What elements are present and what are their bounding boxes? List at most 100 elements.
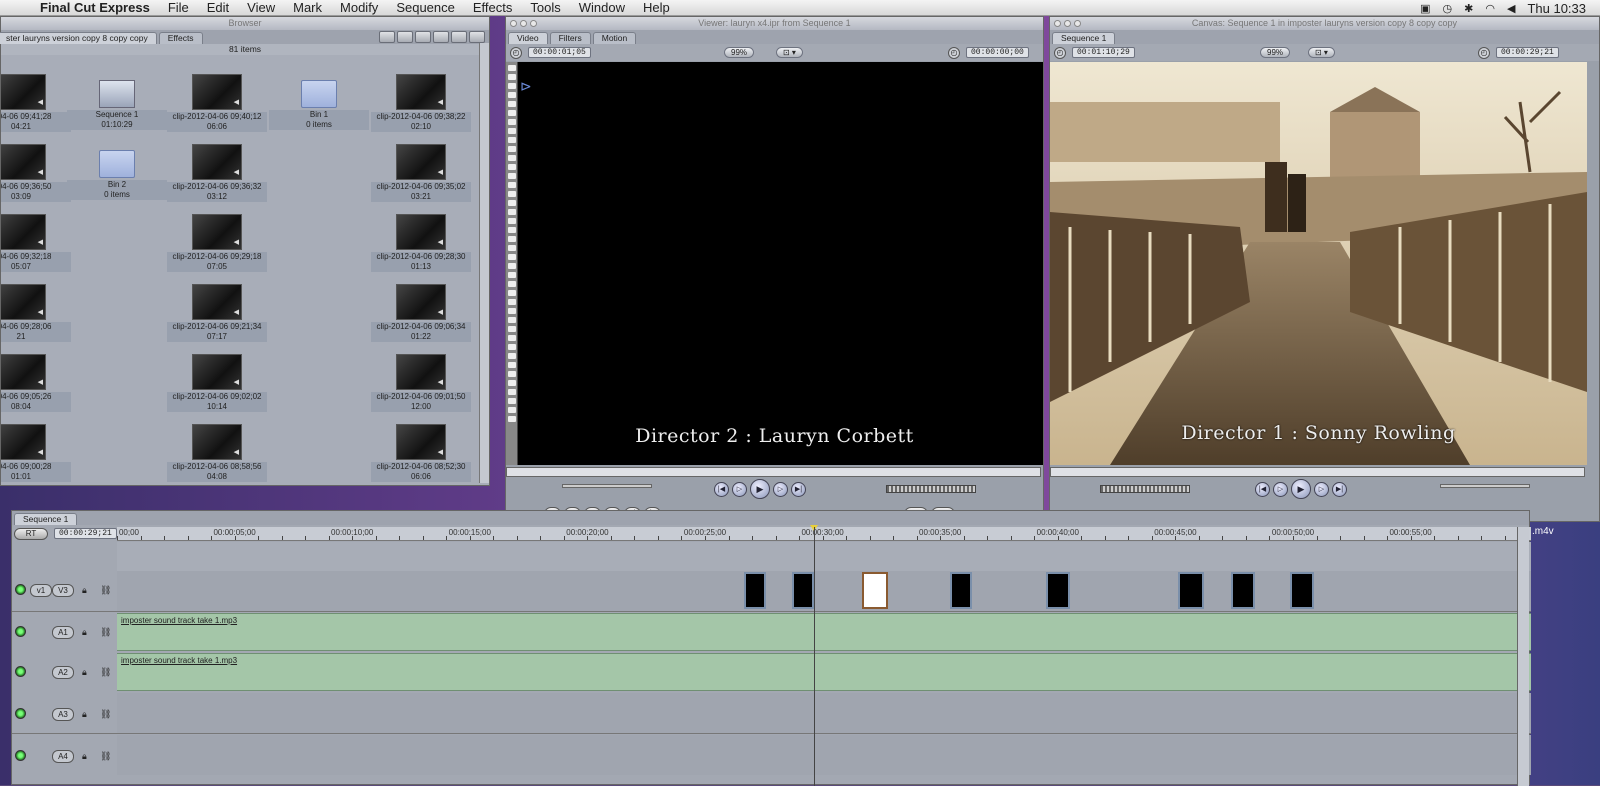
app-menu[interactable]: Final Cut Express xyxy=(40,0,150,15)
view-icon-1[interactable] xyxy=(379,31,395,43)
rt-popup[interactable]: RT xyxy=(14,528,48,540)
tab-motion[interactable]: Motion xyxy=(592,32,637,44)
timeline-timecode[interactable]: 00:00:29;21 xyxy=(54,528,117,539)
video-clip[interactable] xyxy=(792,572,814,609)
video-track-v3[interactable] xyxy=(117,571,1531,611)
viewer-scrubber[interactable] xyxy=(506,467,1041,477)
canvas-video[interactable]: Director 1 : Sonny Rowling xyxy=(1050,62,1587,465)
browser-item[interactable]: clip-2012-04-06 09;21;3407:17 xyxy=(167,284,267,342)
volume-icon[interactable]: ◀ xyxy=(1507,2,1515,15)
browser-item[interactable]: 2-04-06 09;32;1805:07 xyxy=(1,214,71,272)
tab-video[interactable]: Video xyxy=(508,32,548,44)
audio-track-a3[interactable] xyxy=(117,693,1531,733)
menu-edit[interactable]: Edit xyxy=(207,0,229,15)
go-start-button[interactable]: |◀ xyxy=(714,481,729,497)
audio-enable-toggle[interactable] xyxy=(15,666,26,677)
browser-titlebar[interactable]: Browser xyxy=(1,17,489,30)
canvas-scrubber[interactable] xyxy=(1050,467,1585,477)
browser-item[interactable]: clip-2012-04-06 08;58;5604:08 xyxy=(167,424,267,482)
track-label-a1[interactable]: A1 xyxy=(52,626,74,639)
canvas-titlebar[interactable]: Canvas: Sequence 1 in imposter lauryns v… xyxy=(1050,17,1599,30)
canvas-jog[interactable] xyxy=(1100,485,1190,493)
audio-enable-toggle[interactable] xyxy=(15,750,26,761)
source-track-v1[interactable]: v1 xyxy=(30,584,52,597)
lock-icon[interactable]: 🔒︎ xyxy=(82,627,87,638)
browser-item[interactable]: clip-2012-04-06 09;38;2202:10 xyxy=(371,74,471,132)
video-clip[interactable] xyxy=(950,572,972,609)
browser-item[interactable]: clip-2012-04-06 09;01;5012:00 xyxy=(371,354,471,412)
canvas-duration[interactable]: 00:01:10;29 xyxy=(1072,47,1135,58)
minimize-icon[interactable] xyxy=(520,20,527,27)
browser-item[interactable]: Bin 10 items xyxy=(269,74,369,130)
viewer-current-timecode[interactable]: 00:00:00;00 xyxy=(966,47,1029,58)
audio-track-a4[interactable] xyxy=(117,735,1531,775)
canvas-view-popup[interactable]: ⊡ ▾ xyxy=(1308,47,1335,58)
go-end-button[interactable]: ▶| xyxy=(1332,481,1347,497)
menu-effects[interactable]: Effects xyxy=(473,0,513,15)
browser-item[interactable]: 2-04-06 09;28;0621 xyxy=(1,284,71,342)
viewer-view-popup[interactable]: ⊡ ▾ xyxy=(776,47,803,58)
audio-clip-a1[interactable]: imposter sound track take 1.mp3 xyxy=(117,613,1531,651)
zoom-icon[interactable] xyxy=(530,20,537,27)
video-clip[interactable] xyxy=(1178,572,1204,609)
viewer-zoom[interactable]: 99% xyxy=(724,47,755,58)
target-track-v3[interactable]: V3 xyxy=(52,584,74,597)
tab-sequence-1[interactable]: Sequence 1 xyxy=(14,513,78,525)
viewer-duration[interactable]: 00:00:01;05 xyxy=(528,47,591,58)
viewer-titlebar[interactable]: Viewer: lauryn x4.ipr from Sequence 1 xyxy=(506,17,1043,30)
browser-item[interactable]: clip-2012-04-06 09;36;3203:12 xyxy=(167,144,267,202)
play-button[interactable]: ▶ xyxy=(1291,479,1311,499)
wifi-icon[interactable]: ◠ xyxy=(1485,2,1495,15)
menu-clock[interactable]: Thu 10:33 xyxy=(1527,1,1586,16)
audio-clip-a2[interactable]: imposter sound track take 1.mp3 xyxy=(117,653,1531,691)
script-menu-icon[interactable]: ▣ xyxy=(1420,2,1430,15)
track-label-a4[interactable]: A4 xyxy=(52,750,74,763)
browser-item[interactable]: clip-2012-04-06 08;52;3006:06 xyxy=(371,424,471,482)
canvas-shuttle[interactable] xyxy=(1440,484,1530,488)
menu-tools[interactable]: Tools xyxy=(530,0,560,15)
timeline-scrollbar[interactable] xyxy=(1517,527,1529,786)
menu-file[interactable]: File xyxy=(168,0,189,15)
view-icon-4[interactable] xyxy=(433,31,449,43)
menu-mark[interactable]: Mark xyxy=(293,0,322,15)
menu-modify[interactable]: Modify xyxy=(340,0,378,15)
go-end-button[interactable]: ▶| xyxy=(791,481,806,497)
browser-item[interactable]: 2-04-06 09;00;2801:01 xyxy=(1,424,71,482)
play-button[interactable]: ▶ xyxy=(750,479,770,499)
view-icon-3[interactable] xyxy=(415,31,431,43)
play-in-out-button[interactable]: ▷ xyxy=(1273,481,1288,497)
menu-view[interactable]: View xyxy=(247,0,275,15)
playhead[interactable] xyxy=(814,527,815,786)
play-around-button[interactable]: ▷ xyxy=(1314,481,1329,497)
lock-icon[interactable]: 🔒︎ xyxy=(82,751,87,762)
browser-scrollbar[interactable] xyxy=(479,43,489,483)
browser-item[interactable]: 2-04-06 09;05;2608:04 xyxy=(1,354,71,412)
play-around-button[interactable]: ▷ xyxy=(773,481,788,497)
canvas-zoom[interactable]: 99% xyxy=(1260,47,1291,58)
timeline-ruler[interactable]: 00;00 00:00:05;00 00:00:10;00 00:00:15;00 00… xyxy=(117,527,1531,541)
minimize-icon[interactable] xyxy=(1064,20,1071,27)
browser-item[interactable]: 2-04-06 09;36;5003:09 xyxy=(1,144,71,202)
time-machine-icon[interactable]: ◷ xyxy=(1443,2,1453,15)
go-start-button[interactable]: |◀ xyxy=(1255,481,1270,497)
browser-item[interactable]: clip-2012-04-06 09;06;3401:22 xyxy=(371,284,471,342)
video-clip[interactable] xyxy=(862,572,888,609)
browser-item[interactable]: Bin 20 items xyxy=(67,144,167,200)
video-clip[interactable] xyxy=(1231,572,1255,609)
auto-select-icon[interactable]: ⛓︎ xyxy=(100,627,111,638)
lock-icon[interactable]: 🔒︎ xyxy=(82,667,87,678)
bluetooth-icon[interactable]: ✱ xyxy=(1464,2,1473,15)
video-clip[interactable] xyxy=(1290,572,1314,609)
in-point-marker-icon[interactable]: ⊳ xyxy=(520,78,532,95)
view-icon-5[interactable] xyxy=(451,31,467,43)
track-label-a3[interactable]: A3 xyxy=(52,708,74,721)
browser-item[interactable]: clip-2012-04-06 09;02;0210:14 xyxy=(167,354,267,412)
menu-sequence[interactable]: Sequence xyxy=(396,0,455,15)
browser-item[interactable]: clip-2012-04-06 09;40;1206:06 xyxy=(167,74,267,132)
browser-item[interactable]: clip-2012-04-06 09;35;0203:21 xyxy=(371,144,471,202)
auto-select-icon[interactable]: ⛓︎ xyxy=(100,709,111,720)
tab-sequence-1[interactable]: Sequence 1 xyxy=(1052,32,1116,44)
auto-select-icon[interactable]: ⛓︎ xyxy=(100,751,111,762)
lock-icon[interactable]: 🔒︎ xyxy=(82,585,87,596)
close-icon[interactable] xyxy=(1054,20,1061,27)
